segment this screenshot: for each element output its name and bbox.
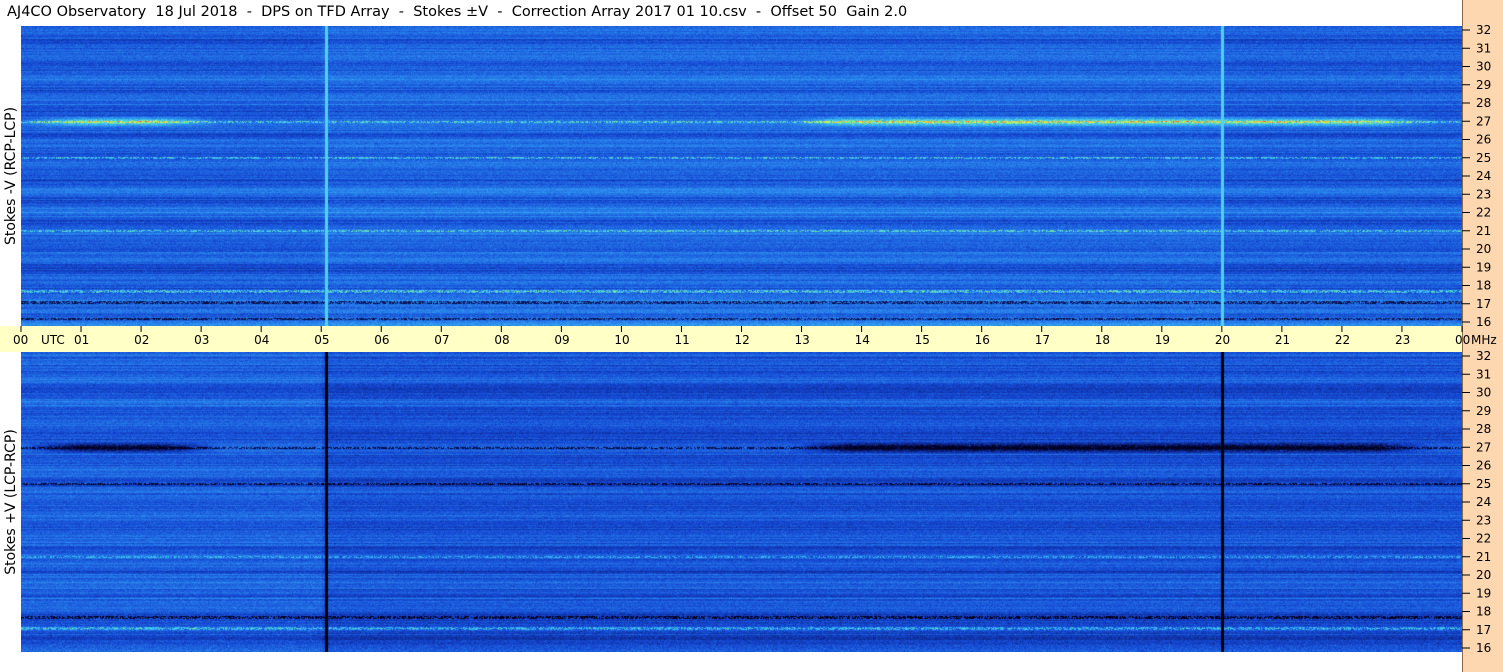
y-tick-label-1-16: 16: [1476, 641, 1491, 655]
y-tick-label-0-17: 17: [1476, 297, 1491, 311]
y-tick-label-0-16: 16: [1476, 315, 1491, 329]
x-tick-label-14: 14: [855, 333, 870, 347]
x-tick-label-10: 10: [614, 333, 629, 347]
y-tick-label-1-23: 23: [1476, 513, 1491, 527]
y-tick-label-1-30: 30: [1476, 386, 1491, 400]
y-tick-label-0-32: 32: [1476, 23, 1491, 37]
y-tick-label-1-24: 24: [1476, 495, 1491, 509]
y-tick-label-0-18: 18: [1476, 279, 1491, 293]
x-tick-label-21: 21: [1275, 333, 1290, 347]
x-tick-label-11: 11: [674, 333, 689, 347]
y-tick-label-0-29: 29: [1476, 78, 1491, 92]
y-tick-label-0-27: 27: [1476, 114, 1491, 128]
y-tick-label-1-19: 19: [1476, 586, 1491, 600]
x-tick-label-19: 19: [1155, 333, 1170, 347]
x-tick-label-5: 05: [314, 333, 329, 347]
mhz-label: MHz: [1471, 333, 1497, 347]
y-tick-label-1-27: 27: [1476, 440, 1491, 454]
x-tick-label-18: 18: [1095, 333, 1110, 347]
y-tick-label-0-23: 23: [1476, 187, 1491, 201]
y-tick-label-1-28: 28: [1476, 422, 1491, 436]
x-tick-label-2: 02: [134, 333, 149, 347]
y-tick-label-1-26: 26: [1476, 459, 1491, 473]
x-tick-label-3: 03: [194, 333, 209, 347]
y-tick-label-0-26: 26: [1476, 133, 1491, 147]
x-tick-label-0: 00: [13, 333, 28, 347]
y-tick-label-0-22: 22: [1476, 206, 1491, 220]
x-tick-label-15: 15: [915, 333, 930, 347]
x-tick-label-16: 16: [975, 333, 990, 347]
y-tick-label-0-20: 20: [1476, 242, 1491, 256]
y-tick-label-0-30: 30: [1476, 60, 1491, 74]
y-tick-label-1-22: 22: [1476, 532, 1491, 546]
x-tick-label-20: 20: [1215, 333, 1230, 347]
y-tick-label-0-24: 24: [1476, 169, 1491, 183]
x-tick-label-6: 06: [374, 333, 389, 347]
y-tick-label-1-29: 29: [1476, 404, 1491, 418]
y-tick-label-1-25: 25: [1476, 477, 1491, 491]
x-tick-label-9: 09: [554, 333, 569, 347]
x-tick-label-24: 00: [1455, 333, 1470, 347]
y-tick-label-0-21: 21: [1476, 224, 1491, 238]
y-tick-label-0-31: 31: [1476, 41, 1491, 55]
y-tick-label-0-28: 28: [1476, 96, 1491, 110]
x-tick-label-7: 07: [434, 333, 449, 347]
x-tick-label-23: 23: [1395, 333, 1410, 347]
utc-label: UTC: [41, 333, 65, 347]
y-tick-label-1-18: 18: [1476, 605, 1491, 619]
y-tick-label-1-32: 32: [1476, 349, 1491, 363]
y-tick-label-0-19: 19: [1476, 260, 1491, 274]
spectrogram-figure: AJ4CO Observatory 18 Jul 2018 - DPS on T…: [0, 0, 1503, 672]
y-tick-label-1-31: 31: [1476, 367, 1491, 381]
y-tick-label-1-20: 20: [1476, 568, 1491, 582]
y-tick-label-1-21: 21: [1476, 550, 1491, 564]
axis-ticks: 00 01 02 03 04 05 06 07 08 09 10 11 12 13 14 15 16 17 18 19…: [13, 23, 1497, 655]
x-tick-label-13: 13: [795, 333, 810, 347]
x-tick-label-17: 17: [1035, 333, 1050, 347]
x-tick-label-8: 08: [494, 333, 509, 347]
y-tick-label-1-17: 17: [1476, 623, 1491, 637]
y-tick-label-0-25: 25: [1476, 151, 1491, 165]
x-tick-label-4: 04: [254, 333, 269, 347]
x-tick-label-1: 01: [74, 333, 89, 347]
x-tick-label-22: 22: [1335, 333, 1350, 347]
x-tick-label-12: 12: [735, 333, 750, 347]
